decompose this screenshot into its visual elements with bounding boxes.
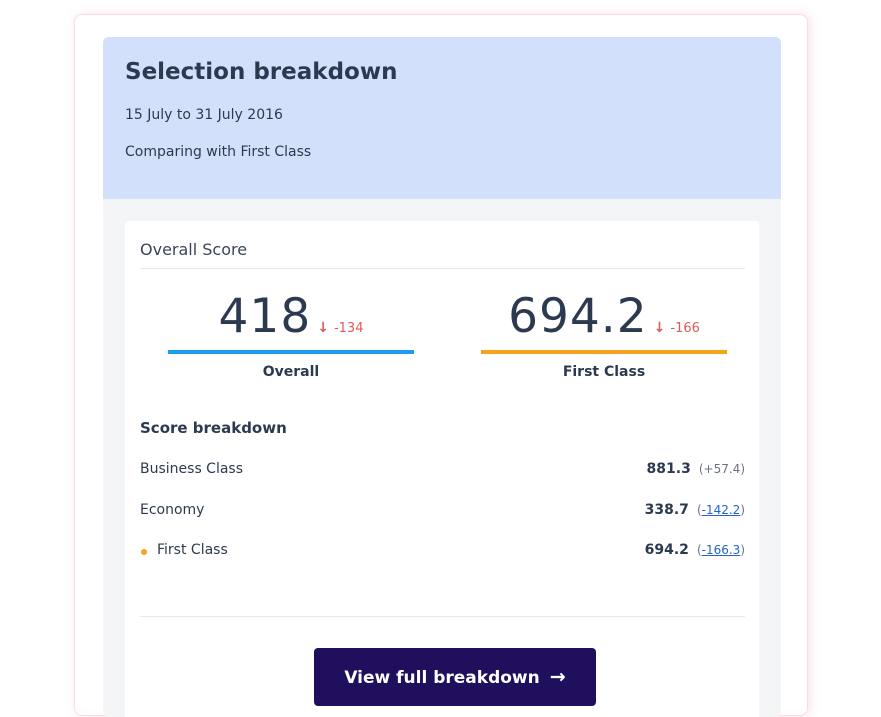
- arrow-down-icon: ↓: [653, 320, 666, 336]
- overall-score-block: 418 ↓ -134 Overall: [168, 289, 414, 389]
- breakdown-diff-link[interactable]: -142.2: [702, 503, 741, 517]
- breakdown-row-diff: (+57.4): [698, 462, 745, 476]
- selection-breakdown-panel: Selection breakdown 15 July to 31 July 2…: [103, 37, 781, 717]
- breakdown-diff-value: +57.4: [703, 462, 741, 476]
- first-class-score-block: 694.2 ↓ -166 First Class: [481, 289, 727, 389]
- first-class-score-caption: First Class: [562, 364, 646, 380]
- overall-score-caption: Overall: [262, 364, 320, 380]
- view-full-breakdown-button[interactable]: View full breakdown →: [314, 648, 596, 706]
- first-class-delta-value: -166: [670, 321, 700, 336]
- breakdown-row-diff: (-166.3): [696, 543, 745, 557]
- overall-score-bar: [168, 350, 414, 354]
- first-class-score-row: 694.2 ↓ -166: [481, 289, 727, 349]
- breakdown-row-value: 694.2: [644, 542, 689, 558]
- breakdown-row-name: Business Class: [140, 461, 244, 477]
- overall-score-value: 418: [218, 289, 312, 344]
- overall-score-label: Overall Score: [140, 240, 248, 259]
- orange-dot-icon: [141, 549, 147, 555]
- breakdown-row-diff: (-142.2): [696, 503, 745, 517]
- breakdown-row-values: 338.7 (-142.2): [645, 502, 745, 518]
- score-breakdown-heading: Score breakdown: [140, 419, 287, 437]
- breakdown-row-first-class: First Class 694.2 (-166.3): [140, 540, 745, 562]
- breakdown-row-values: 881.3 (+57.4): [647, 461, 745, 477]
- page-title: Selection breakdown: [125, 59, 398, 85]
- divider: [140, 268, 745, 269]
- overall-score-row: 418 ↓ -134: [168, 289, 414, 349]
- divider: [140, 616, 745, 617]
- breakdown-row-economy: Economy 338.7 (-142.2): [140, 500, 745, 522]
- panel-header: Selection breakdown 15 July to 31 July 2…: [103, 37, 781, 199]
- breakdown-row-name: Economy: [140, 502, 205, 518]
- breakdown-row-business-class: Business Class 881.3 (+57.4): [140, 459, 745, 481]
- breakdown-row-name: First Class: [157, 542, 228, 558]
- first-class-score-delta: ↓ -166: [654, 320, 700, 336]
- comparison-label: Comparing with First Class: [125, 144, 312, 160]
- breakdown-row-value: 881.3: [646, 461, 691, 477]
- first-class-score-bar: [481, 350, 727, 354]
- overall-score-delta: ↓ -134: [317, 320, 363, 336]
- arrow-right-icon: →: [549, 666, 566, 688]
- first-class-score-value: 694.2: [508, 289, 648, 344]
- date-range: 15 July to 31 July 2016: [125, 107, 283, 123]
- view-full-breakdown-label: View full breakdown: [344, 668, 540, 688]
- breakdown-diff-link[interactable]: -166.3: [702, 543, 741, 557]
- overall-delta-value: -134: [333, 321, 364, 336]
- arrow-down-icon: ↓: [317, 320, 329, 336]
- breakdown-row-value: 338.7: [644, 502, 689, 518]
- breakdown-row-values: 694.2 (-166.3): [645, 542, 745, 558]
- score-card: Overall Score 418 ↓ -134 Overall 694.2 ↓ -16…: [125, 221, 759, 717]
